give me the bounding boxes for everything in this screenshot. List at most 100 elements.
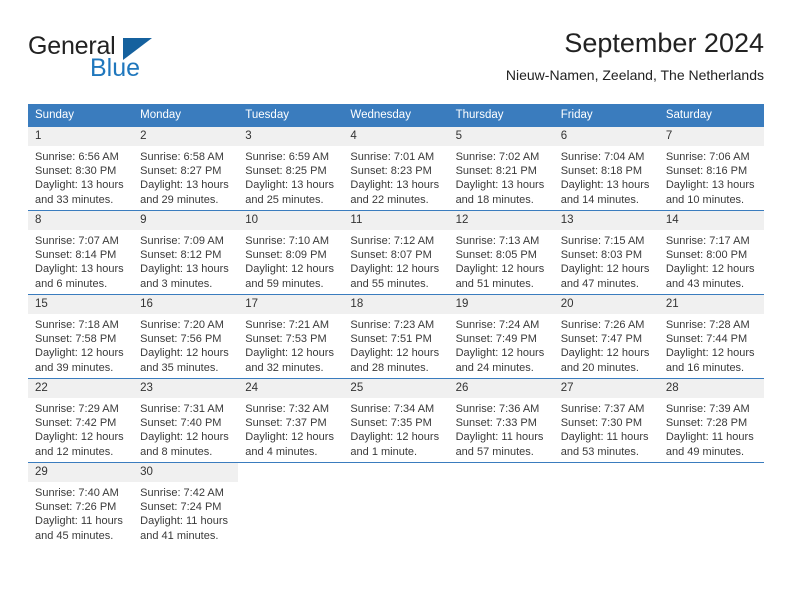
sunrise-text: Sunrise: 7:06 AM — [665, 151, 750, 163]
day-cell[interactable]: Sunrise: 7:24 AM Sunset: 7:49 PM Dayligh… — [448, 314, 554, 379]
day-number[interactable]: 16 — [133, 294, 239, 314]
day-cell[interactable]: Sunrise: 7:07 AM Sunset: 8:14 PM Dayligh… — [28, 230, 134, 295]
sunrise-text: Sunrise: 6:59 AM — [245, 151, 330, 163]
day-number[interactable]: 29 — [28, 462, 134, 482]
day-cell[interactable]: Sunrise: 7:34 AM Sunset: 7:35 PM Dayligh… — [343, 398, 449, 463]
day-cell-empty — [343, 482, 449, 546]
day-number[interactable]: 13 — [553, 210, 659, 230]
day-cell[interactable]: Sunrise: 7:26 AM Sunset: 7:47 PM Dayligh… — [553, 314, 659, 379]
day-number[interactable]: 3 — [238, 126, 344, 146]
page-header: General Blue September 2024 Nieuw-Namen,… — [28, 26, 764, 94]
day-cell[interactable]: Sunrise: 7:06 AM Sunset: 8:16 PM Dayligh… — [658, 146, 764, 211]
day-cell[interactable]: Sunrise: 7:01 AM Sunset: 8:23 PM Dayligh… — [343, 146, 449, 211]
daylight-text-1: Daylight: 13 hours — [245, 179, 334, 192]
day-cell[interactable]: Sunrise: 7:20 AM Sunset: 7:56 PM Dayligh… — [133, 314, 239, 379]
day-number[interactable]: 10 — [238, 210, 344, 230]
day-cell[interactable]: Sunrise: 7:29 AM Sunset: 7:42 PM Dayligh… — [28, 398, 134, 463]
week-2-detail-row: Sunrise: 7:07 AM Sunset: 8:14 PM Dayligh… — [28, 230, 764, 295]
sunset-text: Sunset: 7:42 PM — [35, 417, 117, 430]
day-cell-empty — [238, 482, 344, 546]
day-cell[interactable]: Sunrise: 7:18 AM Sunset: 7:58 PM Dayligh… — [28, 314, 134, 379]
day-number[interactable]: 5 — [448, 126, 554, 146]
daylight-text-2: and 53 minutes. — [560, 445, 639, 458]
daylight-text-1: Daylight: 11 hours — [140, 515, 228, 528]
daylight-text-2: and 43 minutes. — [665, 277, 745, 290]
sunrise-text: Sunrise: 7:17 AM — [665, 235, 750, 247]
day-number[interactable]: 14 — [658, 210, 764, 230]
day-cell[interactable]: Sunrise: 7:40 AM Sunset: 7:26 PM Dayligh… — [28, 482, 134, 546]
day-number[interactable]: 27 — [553, 378, 659, 398]
day-number[interactable]: 22 — [28, 378, 134, 398]
sunrise-text: Sunrise: 7:40 AM — [35, 487, 119, 499]
day-cell[interactable]: Sunrise: 6:56 AM Sunset: 8:30 PM Dayligh… — [28, 146, 134, 211]
day-cell[interactable]: Sunrise: 7:39 AM Sunset: 7:28 PM Dayligh… — [658, 398, 764, 463]
day-cell[interactable]: Sunrise: 7:12 AM Sunset: 8:07 PM Dayligh… — [343, 230, 449, 295]
day-number[interactable]: 28 — [658, 378, 764, 398]
day-cell[interactable]: Sunrise: 7:21 AM Sunset: 7:53 PM Dayligh… — [238, 314, 344, 379]
day-cell[interactable]: Sunrise: 7:04 AM Sunset: 8:18 PM Dayligh… — [553, 146, 659, 211]
day-cell[interactable]: Sunrise: 7:32 AM Sunset: 7:37 PM Dayligh… — [238, 398, 344, 463]
weekday-header-monday: Monday — [133, 104, 239, 127]
sunrise-text: Sunrise: 7:12 AM — [350, 235, 435, 247]
day-cell[interactable]: Sunrise: 7:36 AM Sunset: 7:33 PM Dayligh… — [448, 398, 554, 463]
daylight-text-1: Daylight: 12 hours — [350, 347, 440, 360]
day-cell[interactable]: Sunrise: 6:58 AM Sunset: 8:27 PM Dayligh… — [133, 146, 239, 211]
daylight-text-2: and 3 minutes. — [140, 277, 213, 290]
daylight-text-2: and 12 minutes. — [35, 445, 114, 458]
day-cell[interactable]: Sunrise: 7:17 AM Sunset: 8:00 PM Dayligh… — [658, 230, 764, 295]
day-cell[interactable]: Sunrise: 7:09 AM Sunset: 8:12 PM Dayligh… — [133, 230, 239, 295]
day-cell[interactable]: Sunrise: 7:42 AM Sunset: 7:24 PM Dayligh… — [133, 482, 239, 546]
day-number[interactable]: 15 — [28, 294, 134, 314]
day-cell[interactable]: Sunrise: 7:37 AM Sunset: 7:30 PM Dayligh… — [553, 398, 659, 463]
day-cell[interactable]: Sunrise: 7:02 AM Sunset: 8:21 PM Dayligh… — [448, 146, 554, 211]
day-number[interactable]: 21 — [658, 294, 764, 314]
day-cell[interactable]: Sunrise: 7:13 AM Sunset: 8:05 PM Dayligh… — [448, 230, 554, 295]
sunset-text: Sunset: 8:23 PM — [350, 165, 432, 178]
sunrise-text: Sunrise: 7:26 AM — [560, 319, 645, 331]
day-number[interactable]: 6 — [553, 126, 659, 146]
daylight-text-1: Daylight: 12 hours — [140, 347, 229, 360]
daylight-text-2: and 28 minutes. — [350, 361, 429, 374]
day-cell[interactable]: Sunrise: 7:10 AM Sunset: 8:09 PM Dayligh… — [238, 230, 344, 295]
day-number[interactable]: 8 — [28, 210, 134, 230]
day-number[interactable]: 4 — [343, 126, 449, 146]
day-number[interactable]: 18 — [343, 294, 449, 314]
day-number[interactable]: 20 — [553, 294, 659, 314]
sunrise-text: Sunrise: 7:42 AM — [140, 487, 224, 499]
day-number[interactable]: 7 — [658, 126, 764, 146]
daylight-text-1: Daylight: 13 hours — [455, 179, 545, 192]
sunset-text: Sunset: 8:03 PM — [560, 249, 643, 262]
daylight-text-1: Daylight: 13 hours — [140, 263, 229, 276]
day-number[interactable]: 23 — [133, 378, 239, 398]
day-number[interactable]: 9 — [133, 210, 239, 230]
day-number[interactable]: 30 — [133, 462, 239, 482]
daylight-text-1: Daylight: 13 hours — [35, 263, 124, 276]
day-number[interactable]: 17 — [238, 294, 344, 314]
daylight-text-2: and 35 minutes. — [140, 361, 219, 374]
day-cell[interactable]: Sunrise: 7:31 AM Sunset: 7:40 PM Dayligh… — [133, 398, 239, 463]
sunrise-text: Sunrise: 7:37 AM — [560, 403, 645, 415]
day-cell[interactable]: Sunrise: 6:59 AM Sunset: 8:25 PM Dayligh… — [238, 146, 344, 211]
sunrise-text: Sunrise: 7:31 AM — [140, 403, 224, 415]
daylight-text-2: and 16 minutes. — [665, 361, 745, 374]
day-number[interactable]: 2 — [133, 126, 239, 146]
day-number[interactable]: 19 — [448, 294, 554, 314]
weekday-header-wednesday: Wednesday — [343, 104, 449, 127]
day-number[interactable]: 11 — [343, 210, 449, 230]
sunrise-text: Sunrise: 7:01 AM — [350, 151, 435, 163]
sunset-text: Sunset: 8:21 PM — [455, 165, 537, 178]
day-cell[interactable]: Sunrise: 7:15 AM Sunset: 8:03 PM Dayligh… — [553, 230, 659, 295]
daylight-text-2: and 41 minutes. — [140, 529, 219, 542]
day-cell[interactable]: Sunrise: 7:23 AM Sunset: 7:51 PM Dayligh… — [343, 314, 449, 379]
daylight-text-1: Daylight: 11 hours — [455, 431, 544, 444]
day-number[interactable]: 24 — [238, 378, 344, 398]
sunrise-text: Sunrise: 7:36 AM — [455, 403, 540, 415]
sunrise-text: Sunrise: 7:09 AM — [140, 235, 224, 247]
week-4-daynum-row: 22 23 24 25 26 27 28 — [28, 378, 764, 398]
day-number[interactable]: 26 — [448, 378, 554, 398]
day-cell[interactable]: Sunrise: 7:28 AM Sunset: 7:44 PM Dayligh… — [658, 314, 764, 379]
day-number[interactable]: 25 — [343, 378, 449, 398]
day-number[interactable]: 12 — [448, 210, 554, 230]
day-number[interactable]: 1 — [28, 126, 134, 146]
daylight-text-2: and 33 minutes. — [35, 193, 114, 206]
